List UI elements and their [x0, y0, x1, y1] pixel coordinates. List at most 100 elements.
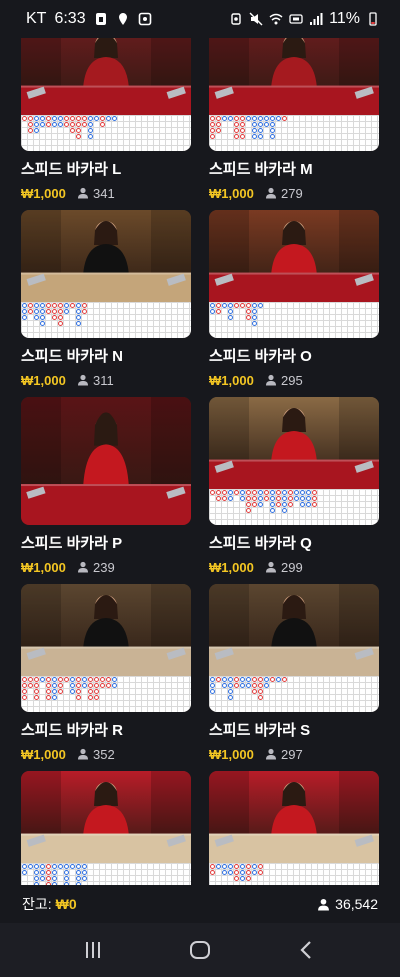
player-result-dot — [251, 320, 257, 326]
player-result-dot — [69, 682, 75, 688]
game-thumbnail[interactable] — [21, 397, 191, 525]
game-list[interactable]: 스피드 바카라 L ₩1,000 341 스피드 바카라 M ₩1,000 279 스피드 … — [0, 38, 400, 923]
player-result-dot — [305, 489, 311, 495]
back-icon[interactable] — [287, 930, 327, 970]
player-result-dot — [221, 676, 227, 682]
game-thumbnail[interactable] — [21, 584, 191, 712]
player-result-dot — [227, 694, 233, 700]
banker-result-dot — [257, 694, 263, 700]
dealer-scene — [21, 584, 191, 676]
player-result-dot — [209, 308, 215, 314]
game-meta: ₩1,000 295 — [209, 372, 379, 388]
game-thumbnail[interactable] — [209, 38, 379, 151]
bead-road — [209, 489, 379, 525]
game-card[interactable]: 스피드 바카라 O ₩1,000 295 — [209, 210, 379, 397]
home-icon[interactable] — [180, 930, 220, 970]
player-result-dot — [81, 875, 87, 881]
player-result-dot — [269, 121, 275, 127]
player-count-value: 341 — [93, 185, 115, 201]
game-thumbnail[interactable] — [209, 397, 379, 525]
player-result-dot — [263, 682, 269, 688]
banker-result-dot — [215, 676, 221, 682]
game-card[interactable]: 스피드 바카라 Q ₩1,000 299 — [209, 397, 379, 584]
game-card[interactable]: 스피드 바카라 N ₩1,000 311 — [21, 210, 191, 397]
banker-result-dot — [281, 115, 287, 121]
banker-result-dot — [69, 115, 75, 121]
game-card[interactable]: 스피드 바카라 R ₩1,000 352 — [21, 584, 191, 771]
banker-result-dot — [63, 676, 69, 682]
game-thumbnail[interactable] — [21, 771, 191, 899]
player-result-dot — [245, 676, 251, 682]
dealer-scene — [209, 771, 379, 863]
bead-road — [209, 676, 379, 712]
banker-result-dot — [87, 688, 93, 694]
game-meta: ₩1,000 239 — [21, 559, 191, 575]
player-result-dot — [269, 115, 275, 121]
banker-result-dot — [21, 688, 27, 694]
player-result-dot — [221, 863, 227, 869]
banker-result-dot — [45, 863, 51, 869]
player-result-dot — [209, 688, 215, 694]
player-result-dot — [51, 676, 57, 682]
user-icon — [266, 748, 276, 760]
banker-result-dot — [69, 121, 75, 127]
player-count-value: 352 — [93, 746, 115, 762]
banker-result-dot — [45, 688, 51, 694]
user-icon — [78, 374, 88, 386]
banker-result-dot — [233, 676, 239, 682]
player-result-dot — [75, 875, 81, 881]
banker-result-dot — [27, 302, 33, 308]
player-result-dot — [263, 676, 269, 682]
carrier: KT — [26, 10, 47, 27]
player-result-dot — [305, 501, 311, 507]
banker-result-dot — [33, 682, 39, 688]
player-result-dot — [87, 133, 93, 139]
dealer-scene — [209, 397, 379, 489]
banker-result-dot — [57, 320, 63, 326]
player-result-dot — [227, 489, 233, 495]
game-thumbnail[interactable] — [21, 210, 191, 338]
game-card[interactable]: 스피드 바카라 S ₩1,000 297 — [209, 584, 379, 771]
dealer-scene — [21, 210, 191, 302]
banker-result-dot — [45, 302, 51, 308]
banker-result-dot — [215, 121, 221, 127]
total-players-count: 36,542 — [335, 896, 378, 912]
player-result-dot — [245, 115, 251, 121]
game-card[interactable]: 스피드 바카라 M ₩1,000 279 — [209, 38, 379, 210]
banker-result-dot — [209, 489, 215, 495]
player-result-dot — [257, 121, 263, 127]
recent-apps-icon[interactable] — [73, 930, 113, 970]
game-title: 스피드 바카라 N — [21, 348, 123, 365]
game-card[interactable]: 스피드 바카라 L ₩1,000 341 — [21, 38, 191, 210]
player-result-dot — [257, 133, 263, 139]
player-result-dot — [251, 127, 257, 133]
bead-road — [21, 115, 191, 151]
player-result-dot — [105, 115, 111, 121]
player-result-dot — [281, 501, 287, 507]
player-result-dot — [227, 495, 233, 501]
banker-result-dot — [209, 863, 215, 869]
player-result-dot — [299, 501, 305, 507]
min-bet: ₩1,000 — [21, 372, 66, 388]
game-thumbnail[interactable] — [21, 38, 191, 151]
game-thumbnail[interactable] — [209, 210, 379, 338]
player-result-dot — [293, 495, 299, 501]
banker-result-dot — [311, 489, 317, 495]
banker-result-dot — [257, 869, 263, 875]
table-grid: 스피드 바카라 L ₩1,000 341 스피드 바카라 M ₩1,000 279 스피드 … — [21, 38, 379, 923]
min-bet: ₩1,000 — [209, 746, 254, 762]
banker-result-dot — [251, 682, 257, 688]
player-result-dot — [33, 869, 39, 875]
player-result-dot — [227, 869, 233, 875]
game-meta: ₩1,000 297 — [209, 746, 379, 762]
banker-result-dot — [51, 314, 57, 320]
game-thumbnail[interactable] — [209, 584, 379, 712]
game-thumbnail[interactable] — [209, 771, 379, 899]
player-result-dot — [63, 869, 69, 875]
total-players: 36,542 — [317, 896, 378, 912]
player-result-dot — [81, 863, 87, 869]
banker-result-dot — [281, 676, 287, 682]
player-result-dot — [39, 314, 45, 320]
banker-result-dot — [51, 302, 57, 308]
game-card[interactable]: 스피드 바카라 P ₩1,000 239 — [21, 397, 191, 584]
